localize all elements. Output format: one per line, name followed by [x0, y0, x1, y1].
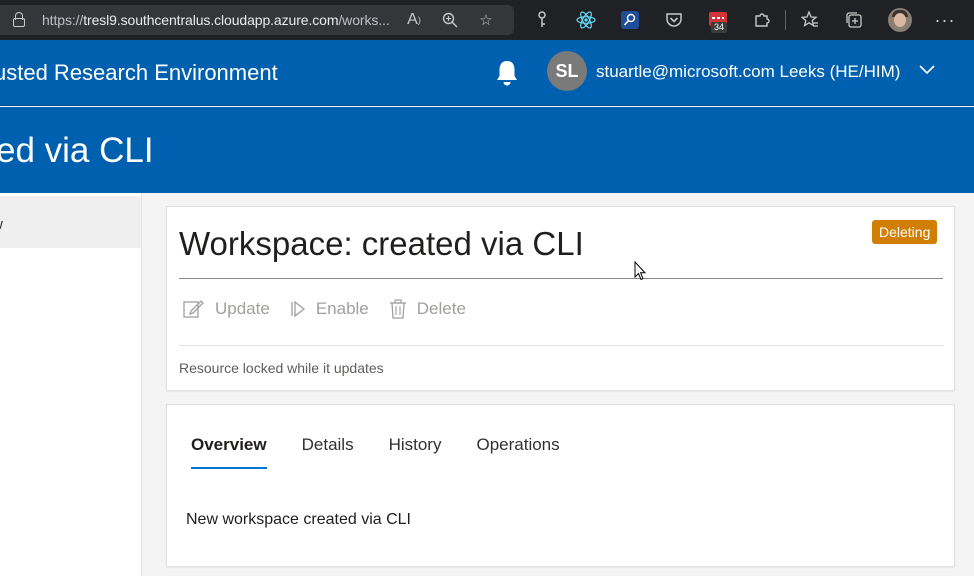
- toolbar-divider: [785, 10, 786, 30]
- sidebar-item-overview[interactable]: w: [0, 196, 141, 248]
- trash-icon: [389, 299, 406, 319]
- more-icon[interactable]: ···: [933, 8, 957, 32]
- favorite-add-icon[interactable]: ☆: [468, 5, 504, 35]
- details-card: Overview Details History Operations New …: [166, 404, 955, 567]
- tab-overview[interactable]: Overview: [191, 435, 267, 469]
- page-hero: ed via CLI: [0, 107, 974, 193]
- sidebar: w: [0, 193, 142, 576]
- zoom-icon[interactable]: [432, 5, 468, 35]
- app-title[interactable]: usted Research Environment: [0, 60, 278, 86]
- key-icon[interactable]: [530, 8, 554, 32]
- page-title: ed via CLI: [0, 131, 154, 170]
- pocket-icon[interactable]: [662, 8, 686, 32]
- status-badge: Deleting: [872, 220, 938, 244]
- notification-bell-icon[interactable]: [495, 59, 519, 87]
- tab-list: Overview Details History Operations: [191, 435, 595, 469]
- mouse-cursor-icon: [634, 261, 646, 281]
- delete-button[interactable]: Delete: [389, 299, 466, 319]
- enable-label: Enable: [315, 299, 369, 318]
- extensions-icon[interactable]: [750, 8, 774, 32]
- favorites-icon[interactable]: [798, 8, 822, 32]
- tab-operations[interactable]: Operations: [476, 435, 559, 469]
- sidebar-item-label: w: [0, 216, 3, 233]
- play-icon: [291, 300, 305, 318]
- workspace-header-card: Workspace: created via CLI Deleting Upda…: [166, 206, 955, 391]
- extension-badge: 34: [711, 22, 728, 33]
- update-button[interactable]: Update: [183, 299, 270, 319]
- app-header: usted Research Environment SL stuartle@m…: [0, 40, 974, 106]
- delete-label: Delete: [416, 299, 466, 318]
- workspace-title: Workspace: created via CLI: [179, 225, 584, 262]
- search-ext-icon[interactable]: [618, 8, 642, 32]
- user-name[interactable]: stuartle@microsoft.com Leeks (HE/HIM): [596, 62, 900, 82]
- profile-avatar[interactable]: [888, 8, 912, 32]
- workspace-description: New workspace created via CLI: [186, 511, 411, 528]
- title-divider: [179, 278, 943, 279]
- url-text[interactable]: https://tresl9.southcentralus.cloudapp.a…: [42, 12, 396, 28]
- lock-message: Resource locked while it updates: [179, 360, 384, 376]
- tab-history[interactable]: History: [389, 435, 442, 469]
- collections-icon[interactable]: [842, 8, 866, 32]
- address-bar[interactable]: https://tresl9.southcentralus.cloudapp.a…: [0, 5, 514, 35]
- tab-details[interactable]: Details: [302, 435, 354, 469]
- command-divider: [179, 345, 943, 346]
- react-icon[interactable]: [574, 8, 598, 32]
- edit-icon: [183, 300, 204, 318]
- chevron-down-icon[interactable]: [919, 62, 935, 78]
- read-aloud-icon[interactable]: A): [396, 5, 432, 35]
- command-bar: Update Enable Delete: [183, 295, 486, 323]
- user-avatar[interactable]: SL: [547, 51, 587, 91]
- browser-toolbar: https://tresl9.southcentralus.cloudapp.a…: [0, 0, 974, 40]
- update-label: Update: [215, 299, 270, 318]
- lock-icon[interactable]: [12, 12, 26, 28]
- enable-button[interactable]: Enable: [290, 299, 369, 319]
